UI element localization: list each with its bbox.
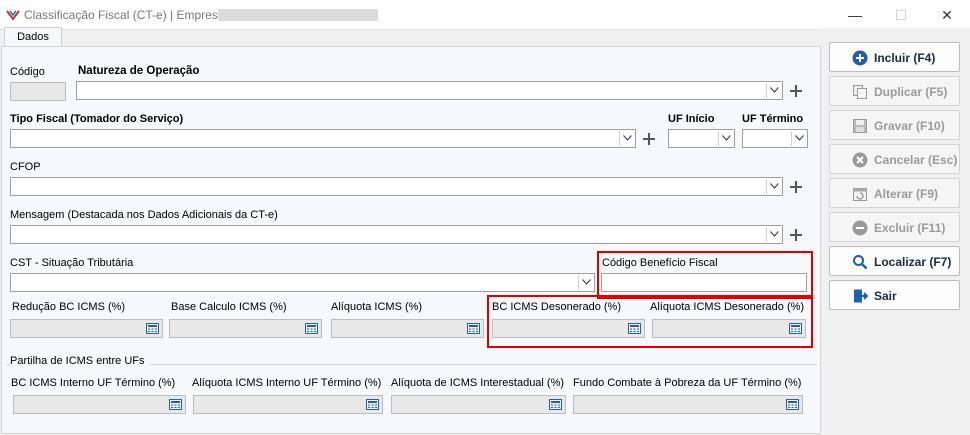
- minus-circle-icon: [852, 220, 868, 236]
- duplicar-button[interactable]: Duplicar (F5): [829, 76, 960, 106]
- cfop-select[interactable]: [10, 177, 783, 196]
- localizar-button[interactable]: Localizar (F7): [829, 246, 960, 276]
- sair-button[interactable]: Sair: [829, 280, 960, 310]
- chevron-down-icon[interactable]: [766, 227, 781, 242]
- reducao-bc-label: Redução BC ICMS (%): [12, 301, 126, 313]
- excluir-button-label: Excluir (F11): [874, 221, 946, 235]
- app-logo-icon: [6, 10, 20, 21]
- calculator-icon[interactable]: [786, 399, 799, 410]
- action-sidebar: Incluir (F4) Duplicar (F5) Gravar (F10) …: [822, 28, 970, 435]
- title-bar: Classificação Fiscal (CT-e) | Empresa: —…: [0, 0, 970, 30]
- chevron-down-icon[interactable]: [578, 275, 593, 290]
- cfop-label: CFOP: [10, 161, 41, 173]
- mensagem-select[interactable]: [10, 225, 783, 244]
- cancelar-button[interactable]: Cancelar (Esc): [829, 144, 960, 174]
- alterar-button-label: Alterar (F9): [874, 187, 939, 201]
- natureza-label: Natureza de Operação: [78, 65, 200, 77]
- chevron-down-icon[interactable]: [766, 83, 781, 98]
- aliquota-desonerado-label: Alíquota ICMS Desonerado (%): [650, 301, 805, 313]
- codigo-beneficio-label: Código Benefício Fiscal: [602, 257, 718, 269]
- edit-refresh-icon: [853, 188, 867, 201]
- bc-interno-input[interactable]: [13, 395, 186, 414]
- fundo-pobreza-input[interactable]: [573, 395, 803, 414]
- add-tipo-fiscal-icon[interactable]: [642, 132, 656, 146]
- tipo-fiscal-label: Tipo Fiscal (Tomador do Serviço): [10, 113, 184, 125]
- cancelar-button-label: Cancelar (Esc): [874, 153, 958, 167]
- search-icon: [853, 255, 868, 270]
- codigo-field: [10, 82, 66, 101]
- calculator-icon[interactable]: [628, 323, 641, 334]
- partilha-group-title: Partilha de ICMS entre UFs: [10, 355, 149, 367]
- duplicate-icon: [853, 85, 867, 99]
- window-title: Classificação Fiscal (CT-e) | Empresa:: [24, 8, 228, 22]
- incluir-button-label: Incluir (F4): [874, 51, 936, 65]
- aliquota-interestadual-label: Alíquota de ICMS Interestadual (%): [391, 377, 565, 389]
- bc-desonerado-input[interactable]: [492, 319, 645, 338]
- localizar-button-label: Localizar (F7): [874, 255, 952, 269]
- chevron-down-icon[interactable]: [718, 131, 733, 146]
- uf-inicio-label: UF Início: [668, 113, 715, 125]
- gravar-button[interactable]: Gravar (F10): [829, 110, 960, 140]
- uf-termino-select[interactable]: [742, 129, 808, 148]
- codigo-label: Código: [10, 66, 45, 78]
- add-cfop-icon[interactable]: [789, 180, 803, 194]
- aliquota-icms-label: Alíquota ICMS (%): [331, 301, 423, 313]
- aliquota-interno-input[interactable]: [193, 395, 383, 414]
- base-calculo-label: Base Calculo ICMS (%): [171, 301, 287, 313]
- reducao-bc-input[interactable]: [10, 319, 163, 338]
- tab-dados[interactable]: Dados: [4, 27, 62, 47]
- sair-button-label: Sair: [874, 289, 897, 303]
- plus-circle-icon: [852, 50, 868, 66]
- calculator-icon[interactable]: [169, 399, 182, 410]
- add-natureza-icon[interactable]: [789, 84, 803, 98]
- cst-select[interactable]: [10, 273, 595, 292]
- aliquota-desonerado-input[interactable]: [652, 319, 806, 338]
- bc-desonerado-label: BC ICMS Desonerado (%): [492, 301, 621, 313]
- aliquota-interestadual-input[interactable]: [391, 395, 566, 414]
- add-mensagem-icon[interactable]: [789, 228, 803, 242]
- maximize-button[interactable]: ☐: [878, 0, 924, 30]
- calculator-icon[interactable]: [789, 323, 802, 334]
- save-icon: [853, 119, 867, 133]
- bc-interno-label: BC ICMS Interno UF Término (%): [11, 377, 176, 389]
- form-panel: Código Natureza de Operação Tipo Fiscal …: [1, 46, 821, 434]
- chevron-down-icon[interactable]: [791, 131, 806, 146]
- chevron-down-icon[interactable]: [619, 131, 634, 146]
- tipo-fiscal-select[interactable]: [10, 129, 636, 148]
- aliquota-icms-input[interactable]: [331, 319, 484, 338]
- calculator-icon[interactable]: [467, 323, 480, 334]
- uf-inicio-select[interactable]: [668, 129, 735, 148]
- exit-door-icon: [854, 289, 868, 303]
- duplicar-button-label: Duplicar (F5): [874, 85, 948, 99]
- calculator-icon[interactable]: [305, 323, 318, 334]
- base-calculo-input[interactable]: [169, 319, 322, 338]
- calculator-icon[interactable]: [146, 323, 159, 334]
- mensagem-label: Mensagem (Destacada nos Dados Adicionais…: [10, 209, 278, 221]
- minimize-button[interactable]: —: [832, 0, 878, 30]
- aliquota-interno-label: Alíquota ICMS Interno UF Término (%): [192, 377, 382, 389]
- cancel-icon: [852, 152, 868, 168]
- gravar-button-label: Gravar (F10): [874, 119, 945, 133]
- close-window-button[interactable]: ✕: [924, 0, 970, 30]
- chevron-down-icon[interactable]: [766, 179, 781, 194]
- calculator-icon[interactable]: [549, 399, 562, 410]
- uf-termino-label: UF Término: [742, 113, 804, 125]
- calculator-icon[interactable]: [366, 399, 379, 410]
- natureza-select[interactable]: [76, 81, 783, 100]
- cst-label: CST - Situação Tributária: [10, 257, 134, 269]
- company-name-redacted: [218, 9, 378, 21]
- fundo-pobreza-label: Fundo Combate à Pobreza da UF Término (%…: [573, 377, 802, 389]
- alterar-button[interactable]: Alterar (F9): [829, 178, 960, 208]
- incluir-button[interactable]: Incluir (F4): [829, 42, 960, 72]
- codigo-beneficio-input[interactable]: [601, 273, 807, 292]
- excluir-button[interactable]: Excluir (F11): [829, 212, 960, 242]
